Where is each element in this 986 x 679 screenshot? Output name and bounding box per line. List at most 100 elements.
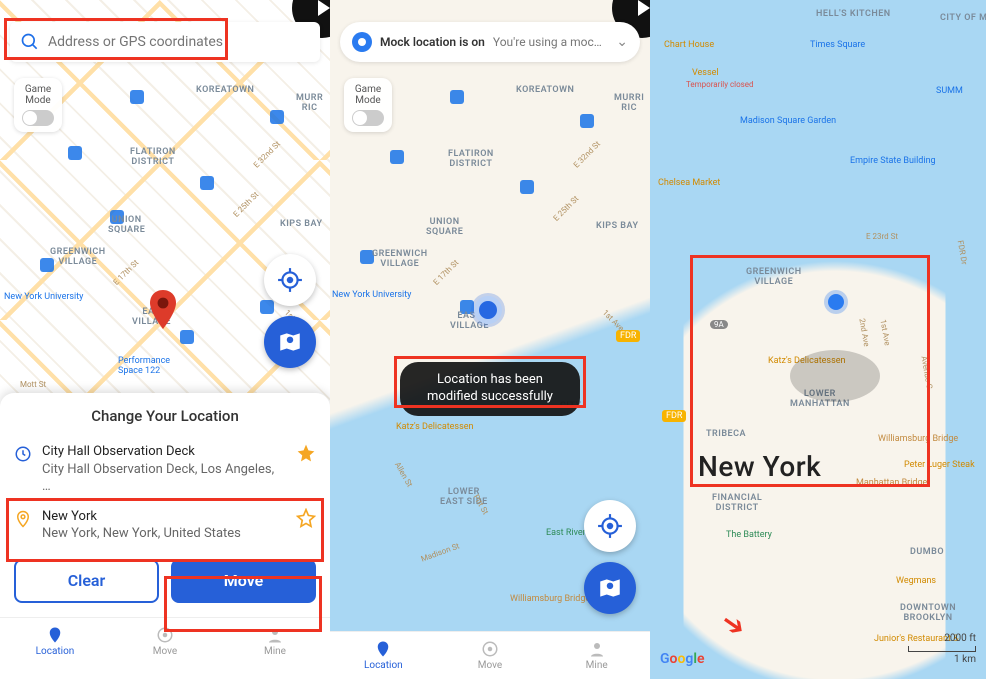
transit-marker <box>180 330 194 344</box>
locate-me-button[interactable] <box>584 500 636 552</box>
screenshot-panel-2: KOREATOWN MURRI RIC FLATIRON DISTRICT UN… <box>330 0 650 679</box>
poi-label: Performance Space 122 <box>118 356 170 376</box>
poi-label: Chart House <box>664 40 714 50</box>
route-shield: FDR <box>662 410 686 422</box>
neighborhood-label: UNION SQUARE <box>426 218 463 238</box>
poi-label: New York University <box>332 290 411 300</box>
mock-location-banner[interactable]: Mock location is on You're using a moc… … <box>340 22 640 62</box>
transit-marker <box>390 150 404 164</box>
scale-bar: 2000 ft 1 km <box>908 633 976 665</box>
button-row: Clear Move <box>14 559 316 603</box>
street-label: Mott St <box>20 380 46 389</box>
poi-label: Williamsburg Bridge <box>878 434 958 444</box>
transit-marker <box>68 146 82 160</box>
search-icon <box>20 32 40 52</box>
poi-label: New York University <box>4 292 83 302</box>
neighborhood-label: HELL'S KITCHEN <box>816 10 891 20</box>
neighborhood-label: GREENWICH VILLAGE <box>746 268 802 288</box>
locate-me-button[interactable] <box>264 254 316 306</box>
transit-marker <box>130 90 144 104</box>
banner-title: Mock location is on <box>380 35 485 49</box>
location-text: City Hall Observation Deck City Hall Obs… <box>42 443 286 496</box>
neighborhood-label: GREENWICH VILLAGE <box>372 250 428 270</box>
neighborhood-label: KIPS BAY <box>596 222 639 232</box>
transit-marker <box>520 180 534 194</box>
neighborhood-label: MURR RIC <box>296 94 323 114</box>
clear-button[interactable]: Clear <box>14 559 159 603</box>
poi-label: The Battery <box>726 530 772 540</box>
neighborhood-label: CITY OF Mi <box>940 14 986 24</box>
bottom-tab-bar: Location Move Mine <box>0 617 330 665</box>
neighborhood-label: GREENWICH VILLAGE <box>50 248 106 268</box>
location-text: New York New York, New York, United Stat… <box>42 508 286 543</box>
poi-label: Madison Square Garden <box>740 116 836 126</box>
neighborhood-label: KIPS BAY <box>280 220 323 230</box>
game-mode-label: Game Mode <box>344 84 392 106</box>
tab-move[interactable]: Move <box>437 632 544 679</box>
street-label: E 23rd St <box>866 232 898 241</box>
recent-icon <box>14 445 32 463</box>
poi-label: Wegmans <box>896 576 936 586</box>
screenshot-panel-3: HELL'S KITCHEN CITY OF Mi GREENWICH VILL… <box>650 0 986 679</box>
game-mode-label: Game Mode <box>14 84 62 106</box>
map-pin-icon[interactable] <box>150 290 176 326</box>
location-dot-icon <box>352 32 372 52</box>
neighborhood-label: KOREATOWN <box>516 86 574 96</box>
map-mode-button[interactable] <box>584 562 636 614</box>
neighborhood-label: KOREATOWN <box>196 86 254 96</box>
toggle-switch[interactable] <box>352 110 384 126</box>
tab-mine[interactable]: Mine <box>220 618 330 665</box>
location-item[interactable]: City Hall Observation Deck City Hall Obs… <box>14 437 316 502</box>
location-item[interactable]: New York New York, New York, United Stat… <box>14 502 316 549</box>
tab-move[interactable]: Move <box>110 618 220 665</box>
transit-marker <box>270 110 284 124</box>
google-logo: Google <box>660 651 705 667</box>
poi-label: Williamsburg Bridge <box>510 594 590 604</box>
location-accuracy-shadow <box>790 350 880 402</box>
bottom-tab-bar: Location Move Mine <box>330 631 650 679</box>
neighborhood-label: UNION SQUARE <box>108 216 145 236</box>
neighborhood-label: DUMBO <box>910 548 944 558</box>
toggle-switch[interactable] <box>22 110 54 126</box>
map-mode-button[interactable] <box>264 316 316 368</box>
poi-label: Vessel <box>692 68 719 78</box>
neighborhood-label: DOWNTOWN BROOKLYN <box>900 604 956 624</box>
success-toast: Location has been modified successfully <box>400 362 580 416</box>
poi-label: SUMM <box>936 86 963 96</box>
poi-label: Katz's Delicatessen <box>396 422 473 432</box>
poi-label: Empire State Building <box>850 156 936 166</box>
transit-marker <box>260 300 274 314</box>
poi-label: Peter Luger Steak <box>904 460 975 470</box>
move-button[interactable]: Move <box>171 559 316 603</box>
poi-label: Manhattan Bridge <box>856 478 927 488</box>
poi-status: Temporarily closed <box>686 80 754 89</box>
poi-label: Times Square <box>810 40 865 50</box>
game-mode-toggle-card[interactable]: Game Mode <box>344 78 392 132</box>
current-location-dot <box>828 294 844 310</box>
banner-subtitle: You're using a moc… <box>493 35 608 49</box>
current-location-dot <box>474 296 502 324</box>
tab-location[interactable]: Location <box>330 632 437 679</box>
pin-outline-icon <box>14 510 32 528</box>
route-shield: 9A <box>710 320 728 329</box>
tab-location[interactable]: Location <box>0 618 110 665</box>
game-mode-toggle-card[interactable]: Game Mode <box>14 78 62 132</box>
star-outline-icon[interactable] <box>296 508 316 528</box>
neighborhood-label: FLATIRON DISTRICT <box>130 148 176 168</box>
neighborhood-label: FLATIRON DISTRICT <box>448 150 494 170</box>
neighborhood-label: FINANCIAL DISTRICT <box>712 494 762 514</box>
neighborhood-label: TRIBECA <box>706 430 746 440</box>
tab-mine[interactable]: Mine <box>543 632 650 679</box>
poi-label: Chelsea Market <box>658 178 720 188</box>
location-sheet: Change Your Location City Hall Observati… <box>0 393 330 679</box>
city-label: New York <box>698 450 821 483</box>
sheet-title: Change Your Location <box>14 407 316 425</box>
star-icon[interactable] <box>296 443 316 463</box>
screenshot-panel-1: KOREATOWN MURR RIC FLATIRON DISTRICT UNI… <box>0 0 330 679</box>
transit-marker <box>450 90 464 104</box>
search-bar[interactable] <box>10 22 320 62</box>
chevron-down-icon[interactable]: ⌄ <box>616 34 628 50</box>
neighborhood-label: MURRI RIC <box>614 94 644 114</box>
search-input[interactable] <box>48 34 310 50</box>
transit-marker <box>580 114 594 128</box>
